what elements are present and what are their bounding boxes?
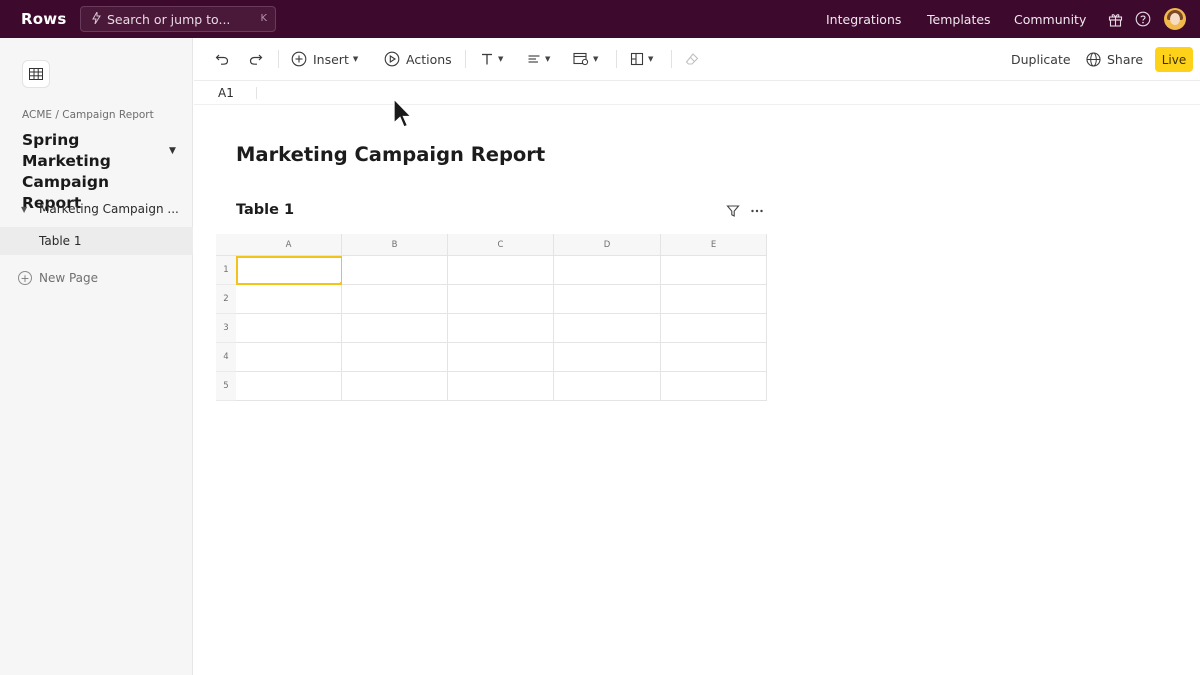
cell-d1[interactable] (554, 256, 661, 285)
cell-c5[interactable] (448, 372, 554, 401)
more-options-icon[interactable] (748, 202, 766, 220)
cell-a5[interactable] (236, 372, 342, 401)
column-header-e[interactable]: E (661, 234, 767, 256)
top-bar: Rows Search or jump to... K Integrations… (0, 0, 1200, 38)
filter-icon[interactable] (724, 202, 742, 220)
cell-e5[interactable] (661, 372, 767, 401)
caret-down-icon[interactable]: ▼ (21, 205, 27, 214)
cell-d2[interactable] (554, 285, 661, 314)
cell-format-button[interactable]: ▼ (573, 50, 598, 68)
redo-icon[interactable] (249, 50, 263, 68)
format-icon (573, 52, 589, 66)
caret-down-icon[interactable]: ▼ (169, 146, 176, 156)
table-title[interactable]: Table 1 (236, 202, 294, 218)
sidebar-item-label: Marketing Campaign ... (39, 202, 179, 216)
cell-e3[interactable] (661, 314, 767, 343)
duplicate-button[interactable]: Duplicate (1011, 50, 1071, 68)
cell-c4[interactable] (448, 343, 554, 372)
text-format-button[interactable]: ▼ (480, 50, 503, 68)
sidebar-item-marketing-campaign[interactable]: ▼ Marketing Campaign ... (0, 195, 193, 223)
column-header-b[interactable]: B (342, 234, 448, 256)
cell-b4[interactable] (342, 343, 448, 372)
mouse-pointer-icon (393, 98, 413, 128)
nav-community[interactable]: Community (1014, 12, 1086, 27)
play-circle-icon (384, 51, 400, 67)
plus-circle-icon (291, 51, 307, 67)
cell-c2[interactable] (448, 285, 554, 314)
cell-e1[interactable] (661, 256, 767, 285)
actions-label: Actions (406, 51, 452, 67)
user-avatar[interactable] (1164, 8, 1186, 30)
formula-bar: A1 (194, 81, 1200, 105)
help-icon[interactable] (1134, 10, 1152, 28)
new-page-label: New Page (39, 271, 99, 285)
nav-integrations[interactable]: Integrations (826, 12, 901, 27)
column-header-a[interactable]: A (236, 234, 342, 256)
spreadsheet-grid: A B C D E 1 2 3 4 5 (216, 234, 767, 401)
actions-button[interactable]: Actions (384, 50, 452, 68)
cell-reference[interactable]: A1 (218, 86, 234, 100)
page-canvas: Marketing Campaign Report Table 1 A B C … (194, 106, 1200, 675)
cell-b2[interactable] (342, 285, 448, 314)
chart-button[interactable]: ▼ (630, 50, 653, 68)
live-button[interactable]: Live (1155, 47, 1193, 72)
sidebar: ACME / Campaign Report Spring Marketing … (0, 38, 193, 675)
cell-d5[interactable] (554, 372, 661, 401)
table-grid-icon[interactable] (22, 60, 50, 88)
eraser-icon[interactable] (685, 50, 699, 68)
sidebar-item-label: Table 1 (39, 234, 82, 248)
row-header-3[interactable]: 3 (216, 314, 236, 343)
app-logo[interactable]: Rows (21, 10, 66, 28)
insert-label: Insert (313, 51, 349, 67)
cell-c1[interactable] (448, 256, 554, 285)
cell-d3[interactable] (554, 314, 661, 343)
row-header-2[interactable]: 2 (216, 285, 236, 314)
text-icon (482, 53, 492, 65)
align-left-icon (528, 55, 540, 63)
row-header-4[interactable]: 4 (216, 343, 236, 372)
page-title[interactable]: Marketing Campaign Report (236, 143, 545, 166)
cell-d4[interactable] (554, 343, 661, 372)
cell-a2[interactable] (236, 285, 342, 314)
cell-e4[interactable] (661, 343, 767, 372)
bolt-icon (89, 9, 103, 27)
cell-c3[interactable] (448, 314, 554, 343)
new-page-button[interactable]: + New Page (18, 271, 98, 285)
cell-a4[interactable] (236, 343, 342, 372)
nav-templates[interactable]: Templates (927, 12, 991, 27)
column-header-d[interactable]: D (554, 234, 661, 256)
cell-a3[interactable] (236, 314, 342, 343)
toolbar: Insert ▼ Actions ▼ ▼ ▼ ▼ Duplicate Share… (194, 38, 1200, 81)
row-header-1[interactable]: 1 (216, 256, 236, 285)
grid-corner[interactable] (216, 234, 236, 256)
share-button[interactable]: Share (1086, 50, 1143, 68)
share-label: Share (1107, 51, 1144, 67)
search-placeholder: Search or jump to... (107, 11, 231, 27)
cell-a1[interactable] (236, 256, 344, 286)
row-header-5[interactable]: 5 (216, 372, 236, 401)
align-button[interactable]: ▼ (527, 50, 550, 68)
gift-icon[interactable] (1106, 10, 1124, 28)
sidebar-item-table-1[interactable]: Table 1 (0, 227, 193, 255)
search-shortcut: K (260, 13, 267, 24)
cell-e2[interactable] (661, 285, 767, 314)
cell-b3[interactable] (342, 314, 448, 343)
search-box[interactable]: Search or jump to... K (80, 6, 276, 32)
globe-icon (1086, 51, 1101, 67)
plus-icon: + (18, 271, 32, 285)
cell-b5[interactable] (342, 372, 448, 401)
column-header-c[interactable]: C (448, 234, 554, 256)
breadcrumb[interactable]: ACME / Campaign Report (22, 109, 154, 121)
chart-icon (630, 52, 644, 66)
undo-icon[interactable] (215, 50, 229, 68)
insert-button[interactable]: Insert ▼ (291, 50, 358, 68)
cell-b1[interactable] (342, 256, 448, 285)
